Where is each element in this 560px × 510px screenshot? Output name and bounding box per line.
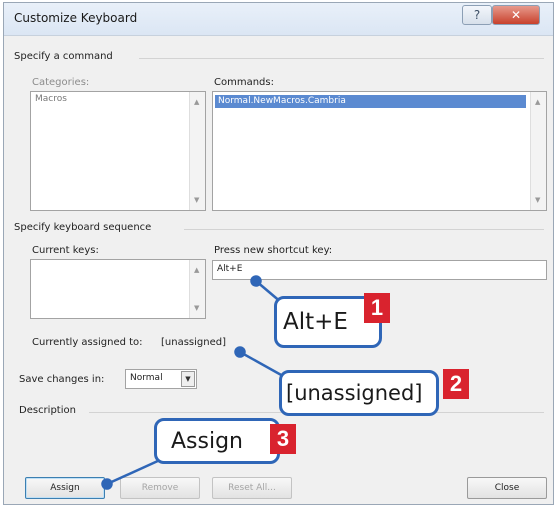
badge-3: 3 — [270, 424, 296, 454]
callout-assign: Assign — [154, 418, 280, 464]
callout-unassigned-text: [unassigned] — [286, 381, 423, 405]
leader-dot-1 — [250, 275, 262, 287]
leader-line-2 — [239, 350, 284, 378]
badge-2: 2 — [443, 369, 469, 399]
callout-alt-e-text: Alt+E — [283, 309, 348, 335]
badge-1: 1 — [364, 293, 390, 323]
callout-assign-text: Assign — [171, 429, 243, 454]
leader-line-3 — [106, 458, 161, 486]
leader-dot-3 — [101, 478, 113, 490]
callout-unassigned: [unassigned] — [279, 370, 439, 416]
leader-dot-2 — [234, 346, 246, 358]
